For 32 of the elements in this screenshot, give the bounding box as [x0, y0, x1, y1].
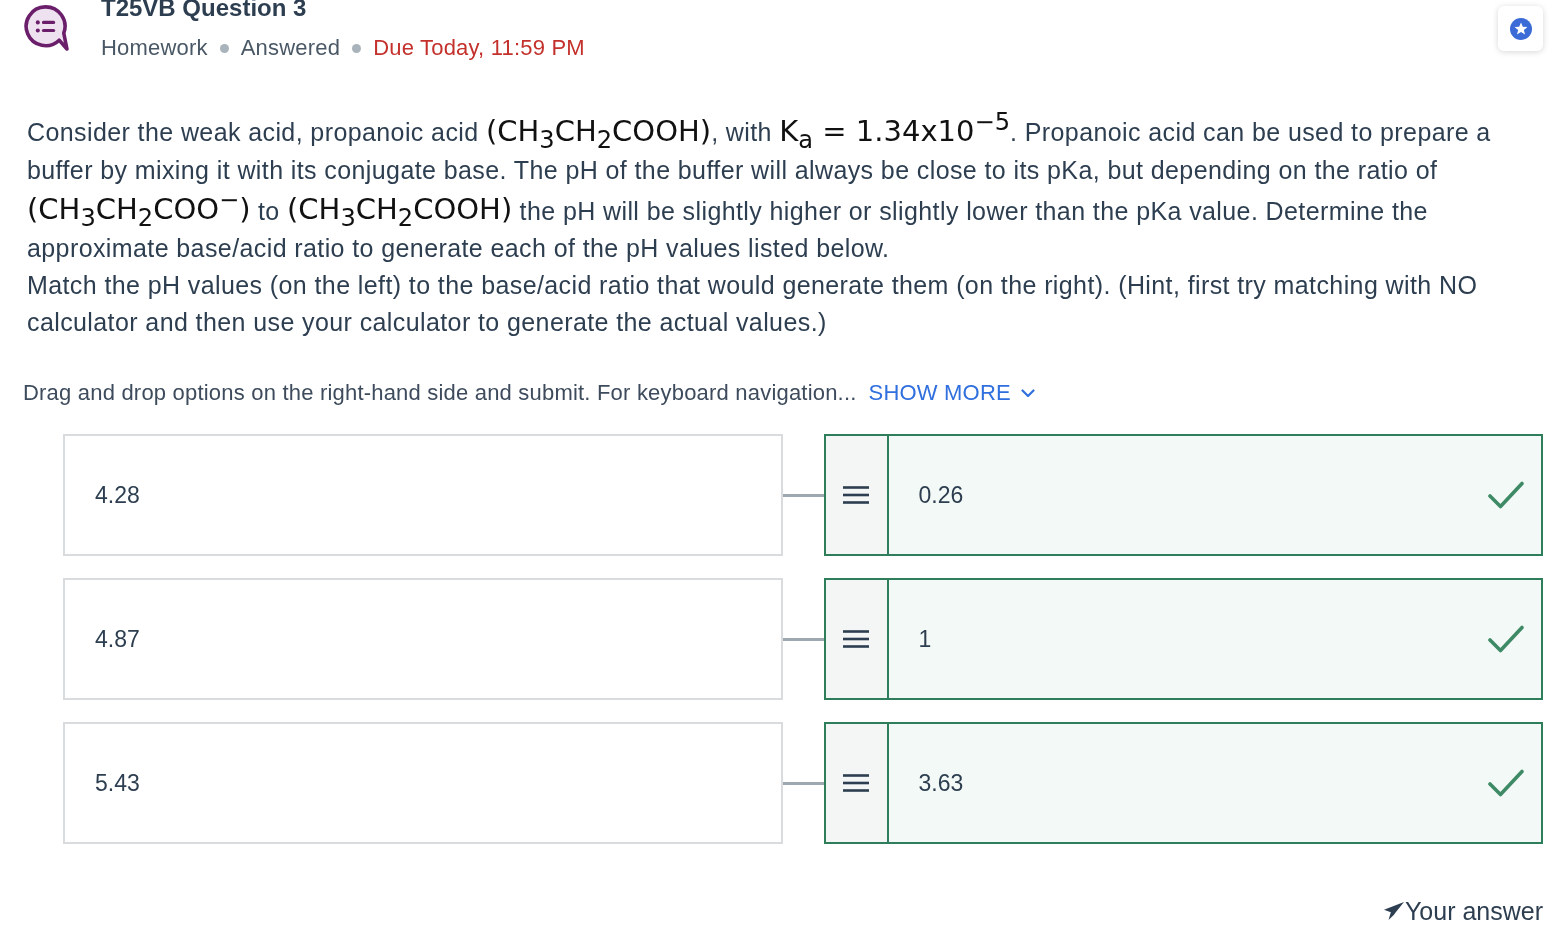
answer-value: 0.26	[918, 481, 964, 509]
drag-handle-icon	[843, 486, 869, 505]
drag-handle-icon	[843, 630, 869, 649]
separator-dot-icon	[219, 43, 229, 53]
answer-card[interactable]: 0.26	[823, 434, 1543, 557]
separator-dot-icon	[352, 43, 362, 53]
show-more-link[interactable]: SHOW MORE	[868, 379, 1035, 408]
answer-card[interactable]: 3.63	[823, 722, 1543, 845]
answer-value: 3.63	[918, 769, 964, 797]
answer-card[interactable]: 1	[823, 578, 1543, 701]
prompt-item: 4.28	[63, 434, 783, 557]
bookmark-button[interactable]	[1498, 6, 1543, 51]
question-text: Match the pH values (on the left) to the base/acid ratio that would generate them (on the right). (Hint, first try matching with NO calculator and then use your calculator to generate the actual values.)	[27, 270, 1479, 339]
question-bubble-icon	[24, 5, 70, 51]
due-date: Due Today, 11:59 PM	[373, 34, 585, 62]
connector-line	[782, 637, 824, 641]
prompt-item: 4.87	[63, 578, 783, 701]
answer-value: 1	[918, 625, 932, 653]
prompt-item: 5.43	[63, 722, 783, 845]
your-answer-label: Your answer	[1404, 896, 1543, 927]
paper-plane-icon	[1382, 901, 1405, 922]
connector-line	[782, 493, 824, 497]
answer-status: Answered	[240, 34, 341, 62]
drag-handle[interactable]	[825, 580, 889, 699]
question-text: Consider the weak acid, propanoic acid (CH$_{3}$CH$_{2}$COOH), with K$_{a}$ = 1.34x10$^{−5}$. Propanoic acid can be used to prepare a buffer by mixing it with its conjugate base. The pH of the buffer will always be close to its pKa, but depending on the ratio of (CH$_{3}$CH$_{2}$COO$^{−}$) to (CH$_{3}$CH$_{2}$COOH) the pH will be slightly higher or slightly lower than the pKa value. Determine the approximate base/acid ratio to generate each of the pH values listed below.	[27, 110, 1492, 265]
drag-drop-hint: Drag and drop options on the right-hand side and submit. For keyboard navigation...	[23, 379, 857, 408]
drag-handle[interactable]	[825, 436, 889, 555]
drag-handle-icon	[843, 774, 869, 793]
chevron-down-icon	[1020, 388, 1035, 398]
connector-line	[782, 781, 824, 785]
drag-handle[interactable]	[825, 724, 889, 843]
assignment-type: Homework	[101, 34, 208, 62]
